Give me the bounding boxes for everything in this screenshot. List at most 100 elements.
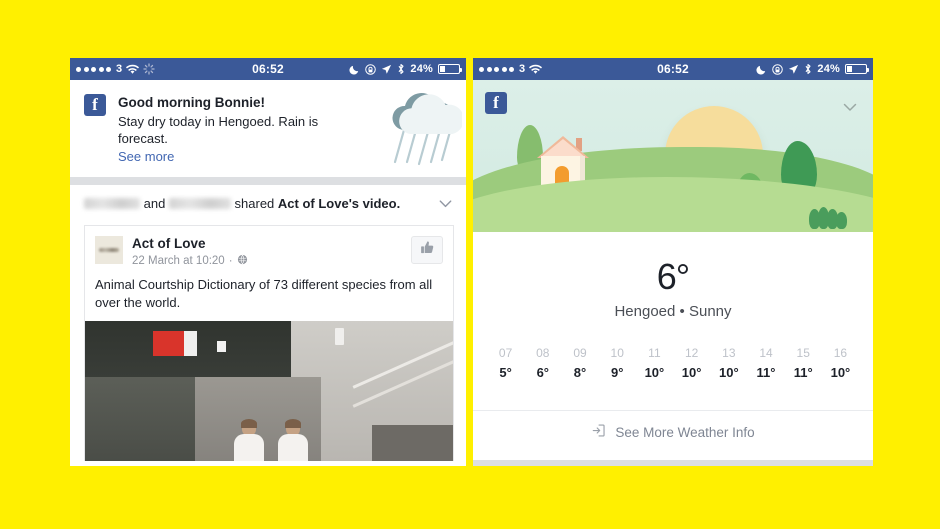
- battery-percent-label: 24%: [817, 63, 840, 75]
- see-more-weather-info-label: See More Weather Info: [615, 425, 755, 440]
- redacted-name-one: [84, 198, 140, 209]
- status-bar-left-group: 3: [473, 63, 543, 75]
- story-action: shared: [230, 196, 278, 211]
- weather-notification-card[interactable]: f Good morning Bonnie! Stay dry today in…: [70, 80, 466, 177]
- rain-cloud-icon: [384, 84, 464, 175]
- status-bar-right-group: 24%: [756, 63, 873, 75]
- photo-wall-lamp: [335, 328, 345, 345]
- notification-title: Good morning Bonnie!: [118, 95, 265, 110]
- hour-temp: 6°: [536, 365, 550, 380]
- status-bar-left: 3 06:52 24%: [70, 58, 466, 80]
- status-bar-left-group: 3: [70, 63, 155, 75]
- activity-spinner-icon: [143, 63, 155, 75]
- carrier-label: 3: [519, 63, 526, 75]
- status-bar-right-group: 24%: [349, 63, 466, 75]
- see-more-link[interactable]: See more: [118, 149, 363, 164]
- rotation-lock-icon: [365, 63, 377, 75]
- facebook-app-badge-icon: f: [485, 92, 507, 114]
- wifi-icon: [126, 64, 140, 75]
- hourly-item: 14 11°: [747, 346, 784, 380]
- hourly-item: 10 9°: [599, 346, 636, 380]
- hour-temp: 10°: [830, 365, 851, 380]
- hourly-item: 08 6°: [524, 346, 561, 380]
- notification-body: Stay dry today in Hengoed. Rain is forec…: [118, 114, 319, 146]
- video-thumbnail[interactable]: [85, 321, 453, 461]
- see-more-weather-info-button[interactable]: See More Weather Info: [473, 410, 873, 454]
- location-label: Hengoed: [614, 303, 676, 320]
- bush-icon: [809, 206, 849, 229]
- attachment-header: Act of Love 22 March at 10:20 ·: [85, 226, 453, 268]
- hour-temp: 5°: [499, 365, 512, 380]
- photo-shadow: [372, 424, 453, 461]
- photo-sign-edge: [184, 330, 198, 356]
- do-not-disturb-moon-icon: [756, 64, 767, 75]
- hour-label: 14: [759, 346, 773, 360]
- hourly-item: 11 10°: [636, 346, 673, 380]
- photo-person: [276, 419, 310, 461]
- condition-separator: •: [679, 303, 685, 320]
- hour-label: 13: [722, 346, 736, 360]
- page-name-label[interactable]: Act of Love: [132, 236, 248, 252]
- carrier-label: 3: [116, 63, 123, 75]
- page-avatar[interactable]: [95, 236, 123, 264]
- thumbs-up-icon: [420, 240, 435, 260]
- signal-dots-icon: [479, 66, 514, 72]
- hourly-item: 09 8°: [561, 346, 598, 380]
- hour-label: 10: [610, 346, 624, 360]
- battery-icon: [845, 64, 869, 74]
- hourly-item: 16 10°: [822, 346, 859, 380]
- chevron-down-icon[interactable]: [841, 98, 859, 121]
- do-not-disturb-moon-icon: [349, 64, 360, 75]
- attachment-description: Animal Courtship Dictionary of 73 differ…: [95, 277, 433, 310]
- like-button[interactable]: [411, 236, 443, 264]
- story-object: Act of Love's video.: [277, 196, 401, 211]
- feed-story: and shared Act of Love's video. Act of L…: [70, 185, 466, 461]
- hour-label: 08: [536, 346, 550, 360]
- redacted-name-two: [168, 198, 231, 209]
- hourly-item: 15 11°: [785, 346, 822, 380]
- current-temperature: 6°: [656, 256, 690, 297]
- hour-temp: 10°: [718, 365, 739, 380]
- hour-temp: 10°: [644, 365, 665, 380]
- photo-small-sign: [217, 340, 226, 352]
- right-phone-screen: 3 06:52 24% f 6° Hengoed • Sunny 07 5° 0…: [473, 58, 873, 466]
- post-meta: 22 March at 10:20 ·: [132, 254, 248, 268]
- meta-separator: ·: [228, 255, 233, 267]
- screenshot-canvas: 3 06:52 24% f Good morning Bonnie! Stay …: [0, 0, 940, 529]
- hour-label: 11: [648, 346, 661, 360]
- hour-label: 12: [684, 346, 699, 360]
- location-arrow-icon: [381, 64, 392, 75]
- location-and-condition: Hengoed • Sunny: [473, 303, 873, 320]
- hour-temp: 11°: [756, 365, 776, 380]
- shared-video-attachment[interactable]: Act of Love 22 March at 10:20 · Animal C…: [84, 225, 454, 461]
- bottom-separator-bar: [473, 460, 873, 466]
- hourly-item: 12 10°: [673, 346, 710, 380]
- hourly-item: 07 5°: [487, 346, 524, 380]
- weather-hero-illustration: f: [473, 80, 873, 232]
- battery-icon: [438, 64, 462, 74]
- photo-person: [232, 419, 266, 461]
- chevron-down-icon[interactable]: [437, 195, 454, 216]
- status-bar-right: 3 06:52 24%: [473, 58, 873, 80]
- bluetooth-icon: [804, 63, 812, 75]
- hour-label: 09: [573, 346, 587, 360]
- hour-label: 07: [498, 346, 513, 360]
- hour-label: 15: [796, 346, 810, 360]
- hour-temp: 10°: [681, 365, 702, 380]
- story-sharer-line: and shared Act of Love's video.: [84, 195, 437, 212]
- globe-icon: [237, 254, 248, 268]
- hour-temp: 11°: [793, 365, 813, 380]
- hourly-item: 13 10°: [710, 346, 747, 380]
- hour-temp: 8°: [573, 365, 587, 380]
- left-phone-screen: 3 06:52 24% f Good morning Bonnie! Stay …: [70, 58, 466, 466]
- photo-left-block: [85, 377, 196, 461]
- condition-label: Sunny: [688, 303, 732, 320]
- current-conditions: 6° Hengoed • Sunny: [473, 232, 873, 320]
- feed-separator: [70, 177, 466, 185]
- post-timestamp: 22 March at 10:20: [132, 255, 225, 267]
- house-illustration: [537, 136, 589, 187]
- wifi-icon: [529, 64, 543, 75]
- hourly-forecast-row: 07 5° 08 6° 09 8° 10 9° 11 10° 12 10° 13…: [473, 320, 873, 380]
- hour-label: 16: [833, 346, 848, 360]
- notification-text-group: Good morning Bonnie! Stay dry today in H…: [118, 94, 363, 165]
